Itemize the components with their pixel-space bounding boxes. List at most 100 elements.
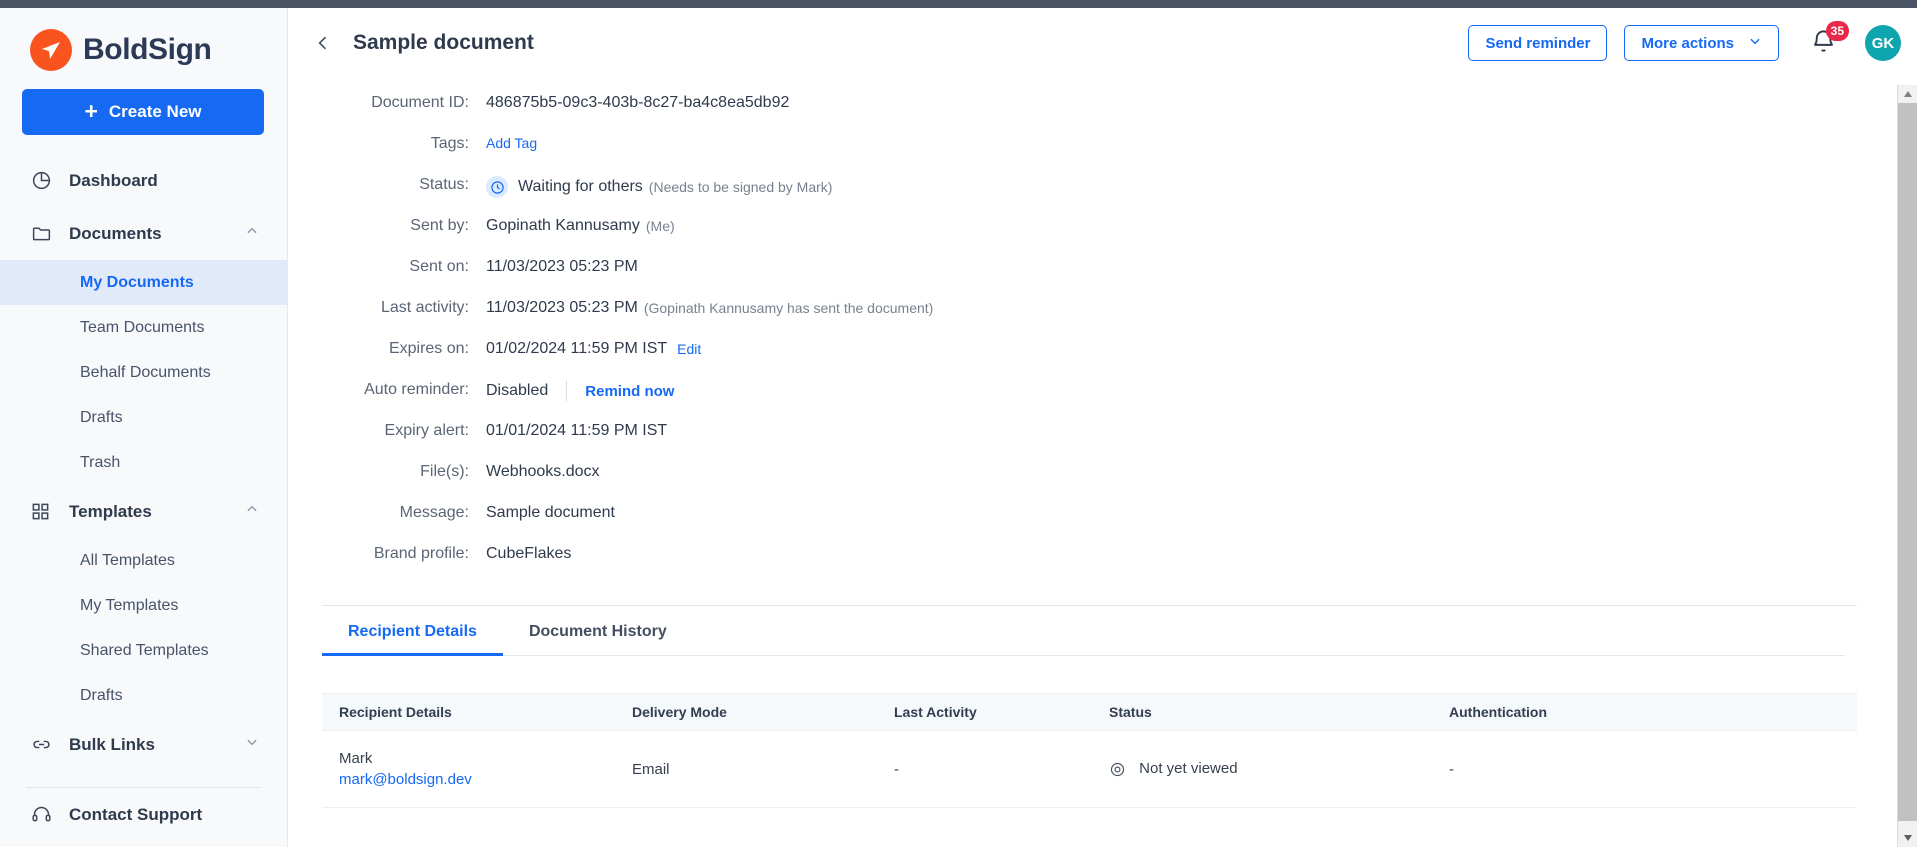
detail-value: CubeFlakes	[486, 545, 572, 562]
recipients-table: Recipient Details Delivery Mode Last Act…	[322, 693, 1857, 808]
detail-label: File(s):	[420, 463, 469, 480]
sidebar-item-all-templates[interactable]: All Templates	[0, 538, 287, 583]
headset-icon	[31, 804, 53, 826]
header-actions: Send reminder More actions 35 GK	[1468, 8, 1901, 78]
detail-value: Disabled	[486, 382, 549, 399]
create-new-label: Create New	[108, 102, 202, 121]
detail-note: (Gopinath Kannusamy has sent the documen…	[643, 300, 934, 316]
remind-now-link[interactable]: Remind now	[585, 383, 674, 400]
column-header-status: Status	[1109, 704, 1152, 720]
chevron-up-icon[interactable]	[245, 224, 259, 243]
detail-value: 01/02/2024 11:59 PM IST	[486, 340, 668, 357]
sidebar-item-label: Contact Support	[69, 804, 203, 824]
edit-expiry-link[interactable]: Edit	[677, 341, 701, 357]
create-new-button[interactable]: + Create New	[22, 89, 264, 135]
sidebar-item-label: My Documents	[80, 273, 194, 291]
sidebar-item-my-templates[interactable]: My Templates	[0, 583, 287, 628]
status-value: Not yet viewed	[1139, 760, 1238, 778]
detail-row-tags: Tags: Add Tag	[289, 133, 1857, 174]
sidebar-nav: Dashboard Documents My Documents Team Do…	[0, 154, 287, 841]
sidebar-item-documents-drafts[interactable]: Drafts	[0, 395, 287, 440]
scroll-up-button[interactable]	[1898, 85, 1917, 103]
detail-row-document-id: Document ID: 486875b5-09c3-403b-8c27-ba4…	[289, 92, 1857, 133]
sidebar-item-dashboard[interactable]: Dashboard	[0, 154, 287, 207]
detail-value: 11/03/2023 05:23 PM	[486, 258, 638, 275]
status-value: Waiting for others	[518, 178, 643, 195]
sidebar-item-contact-support[interactable]: Contact Support	[0, 788, 287, 841]
send-reminder-button[interactable]: Send reminder	[1468, 25, 1608, 61]
sidebar-item-my-documents[interactable]: My Documents	[0, 260, 287, 305]
detail-list: Document ID: 486875b5-09c3-403b-8c27-ba4…	[289, 92, 1890, 584]
link-icon	[31, 734, 53, 756]
sidebar-item-behalf-documents[interactable]: Behalf Documents	[0, 350, 287, 395]
sidebar-item-templates-drafts[interactable]: Drafts	[0, 673, 287, 718]
plus-icon: +	[84, 97, 98, 124]
detail-value: 486875b5-09c3-403b-8c27-ba4c8ea5db92	[486, 94, 790, 111]
sidebar-item-label: All Templates	[80, 551, 175, 569]
sidebar-item-label: Team Documents	[80, 318, 205, 336]
scrollbar-thumb[interactable]	[1898, 103, 1917, 821]
detail-row-expiry-alert: Expiry alert: 01/01/2024 11:59 PM IST	[289, 420, 1857, 461]
document-details-panel: Document ID: 486875b5-09c3-403b-8c27-ba4…	[289, 78, 1890, 847]
sidebar-item-label: Documents	[69, 223, 162, 243]
chevron-down-icon[interactable]	[245, 735, 259, 754]
app-root: BoldSign + Create New Dashboard Document…	[0, 0, 1917, 847]
scroll-down-button[interactable]	[1898, 829, 1917, 847]
bell-icon	[1810, 30, 1837, 59]
column-header-recipient-details: Recipient Details	[339, 704, 452, 720]
sidebar-item-documents[interactable]: Documents	[0, 207, 287, 260]
detail-label: Sent on:	[409, 258, 469, 275]
detail-value: 01/01/2024 11:59 PM IST	[486, 422, 668, 439]
add-tag-link[interactable]: Add Tag	[486, 135, 537, 151]
chevron-up-icon[interactable]	[245, 502, 259, 521]
sidebar-item-bulk-links[interactable]: Bulk Links	[0, 718, 287, 771]
eye-icon	[1109, 761, 1126, 778]
page-header: Sample document Send reminder More actio…	[289, 8, 1917, 78]
pie-chart-icon	[31, 170, 53, 192]
sidebar-item-label: Drafts	[80, 408, 123, 426]
folder-icon	[31, 223, 53, 245]
detail-row-auto-reminder: Auto reminder: Disabled Remind now	[289, 379, 1857, 420]
detail-row-sent-on: Sent on: 11/03/2023 05:23 PM	[289, 256, 1857, 297]
main-area: Sample document Send reminder More actio…	[289, 8, 1917, 847]
detail-row-message: Message: Sample document	[289, 502, 1857, 543]
divider	[566, 381, 568, 401]
detail-row-sent-by: Sent by: Gopinath Kannusamy (Me)	[289, 215, 1857, 256]
window-top-strip	[0, 0, 1917, 8]
detail-label: Document ID:	[371, 94, 469, 111]
sidebar: BoldSign + Create New Dashboard Document…	[0, 8, 288, 847]
detail-label: Expires on:	[388, 340, 469, 357]
tab-label: Document History	[528, 623, 667, 640]
column-header-authentication: Authentication	[1449, 704, 1547, 720]
tab-recipient-details[interactable]: Recipient Details	[322, 606, 503, 656]
grid-icon	[31, 501, 53, 523]
sidebar-item-team-documents[interactable]: Team Documents	[0, 305, 287, 350]
chevron-down-icon	[1748, 34, 1762, 52]
notification-count-badge: 35	[1825, 21, 1849, 41]
sidebar-item-label: Templates	[69, 501, 152, 521]
notifications-button[interactable]: 35	[1810, 21, 1849, 59]
more-actions-button[interactable]: More actions	[1624, 25, 1779, 61]
detail-tabs: Recipient Details Document History	[322, 606, 1845, 656]
brand-logo[interactable]: BoldSign	[0, 8, 287, 71]
detail-label: Tags:	[430, 135, 469, 152]
detail-value: Webhooks.docx	[486, 463, 600, 480]
detail-row-files: File(s): Webhooks.docx	[289, 461, 1857, 502]
detail-row-status: Status: Waiting for others (Needs to be …	[289, 174, 1857, 215]
chevron-left-icon[interactable]	[313, 32, 335, 54]
more-actions-label: More actions	[1641, 34, 1734, 52]
recipient-email-link[interactable]: mark@boldsign.dev	[339, 771, 632, 788]
sidebar-item-templates[interactable]: Templates	[0, 485, 287, 538]
sidebar-item-label: Shared Templates	[80, 641, 209, 659]
column-header-last-activity: Last Activity	[894, 704, 977, 720]
tab-document-history[interactable]: Document History	[503, 606, 693, 655]
boldsign-paper-plane-icon	[30, 29, 72, 71]
sidebar-item-label: My Templates	[80, 596, 179, 614]
sidebar-item-trash[interactable]: Trash	[0, 440, 287, 485]
detail-label: Expiry alert:	[384, 422, 469, 439]
vertical-scrollbar[interactable]	[1897, 85, 1917, 847]
avatar[interactable]: GK	[1865, 25, 1901, 61]
send-reminder-label: Send reminder	[1485, 34, 1591, 52]
sidebar-item-shared-templates[interactable]: Shared Templates	[0, 628, 287, 673]
last-activity-value: -	[894, 760, 899, 778]
